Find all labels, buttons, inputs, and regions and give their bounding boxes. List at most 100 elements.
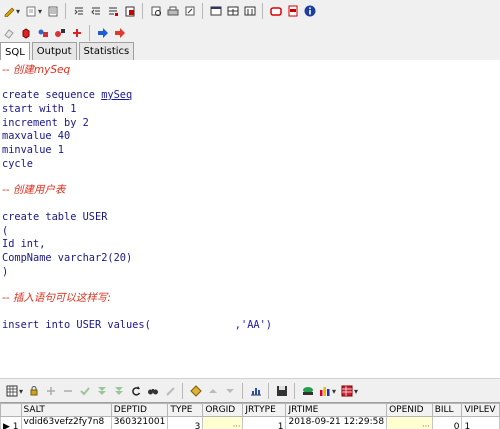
clear-icon[interactable]: [162, 384, 177, 399]
cell-value: vdid63vefz2fy7n8: [24, 417, 105, 427]
comment-line: -- 创建mySeq: [2, 63, 70, 77]
add-record-icon[interactable]: [43, 384, 58, 399]
post-icon[interactable]: [77, 384, 92, 399]
column-header[interactable]: DEPTID: [111, 404, 168, 417]
shapes-icon[interactable]: [35, 26, 50, 41]
back-icon[interactable]: [23, 4, 38, 19]
secondary-toolbar: [0, 22, 500, 44]
tools-icon[interactable]: [182, 4, 197, 19]
cross-tool-icon[interactable]: [69, 26, 84, 41]
column-header[interactable]: SALT: [21, 404, 111, 417]
pdf-icon[interactable]: [285, 4, 300, 19]
lock-icon[interactable]: [26, 384, 41, 399]
refresh-icon[interactable]: [128, 384, 143, 399]
chevron-down-icon[interactable]: ▾: [354, 387, 358, 396]
code-line: (: [2, 224, 8, 238]
table-header-row: SALT DEPTID TYPE ORGID JRTYPE JRTIME OPE…: [1, 404, 500, 417]
row-indicator[interactable]: ▶ 1: [1, 417, 22, 429]
tab-label: Output: [37, 46, 72, 57]
tab-sql[interactable]: SQL: [0, 42, 30, 61]
tab-output[interactable]: Output: [32, 42, 77, 60]
save-icon[interactable]: [274, 384, 289, 399]
tile-icon[interactable]: [242, 4, 257, 19]
column-header[interactable]: [1, 404, 22, 417]
table-cell[interactable]: 1: [243, 417, 286, 429]
result-grid-toolbar: ▾ ▾ ▾: [0, 378, 500, 403]
code-line: cycle: [2, 157, 33, 171]
code-line: increment by 2: [2, 116, 89, 130]
comment-line: -- 创建用户表: [2, 183, 65, 197]
code-keyword: create sequence: [2, 89, 101, 101]
cell-value: 360321001: [114, 417, 166, 427]
print-preview-icon[interactable]: [148, 4, 163, 19]
cell-value: 2018-09-21 12:29:58: [288, 417, 384, 427]
column-header[interactable]: ORGID: [203, 404, 243, 417]
sequence-name: mySeq: [101, 89, 132, 101]
split-icon[interactable]: [225, 4, 240, 19]
column-header[interactable]: JRTIME: [286, 404, 387, 417]
code-line: minvalue 1: [2, 143, 64, 157]
chart-bars-icon[interactable]: [248, 384, 263, 399]
filter-icon[interactable]: [94, 384, 109, 399]
chevron-down-icon[interactable]: ▾: [38, 7, 42, 16]
dependency-icon[interactable]: [52, 26, 67, 41]
code-line: maxvalue 40: [2, 129, 70, 143]
outdent-icon[interactable]: [88, 4, 103, 19]
chevron-down-icon[interactable]: ▾: [332, 387, 336, 396]
edit-icon[interactable]: [1, 4, 16, 19]
editor-tabs: SQL Output Statistics: [0, 42, 500, 61]
column-header[interactable]: TYPE: [168, 404, 203, 417]
column-header[interactable]: VIPLEV: [462, 404, 500, 417]
print-icon[interactable]: [165, 4, 180, 19]
code-line: ): [2, 265, 8, 279]
code-line: insert into USER values(,'AA'): [2, 318, 272, 332]
table-cell[interactable]: 3: [168, 417, 203, 429]
indent-icon[interactable]: [71, 4, 86, 19]
tab-label: Statistics: [84, 46, 130, 57]
grid-icon[interactable]: [4, 384, 19, 399]
code-string: ,'AA'): [235, 319, 272, 331]
info-icon[interactable]: [302, 4, 317, 19]
table-cell[interactable]: vdid63vefz2fy7n8···: [21, 417, 111, 429]
cube-red-icon[interactable]: [18, 26, 33, 41]
binoculars-icon[interactable]: [145, 384, 160, 399]
tab-statistics[interactable]: Statistics: [79, 42, 135, 60]
chevron-down-icon[interactable]: ▾: [16, 7, 20, 16]
bar-chart-icon[interactable]: [317, 384, 332, 399]
code-line: start with 1: [2, 102, 76, 116]
table-cell[interactable]: ···: [203, 417, 243, 429]
filter2-icon[interactable]: [111, 384, 126, 399]
table-cell[interactable]: 360321001···: [111, 417, 168, 429]
tab-label: SQL: [5, 47, 25, 58]
down-icon[interactable]: [222, 384, 237, 399]
table-icon[interactable]: [339, 384, 354, 399]
arrow-right-red-icon[interactable]: [112, 26, 127, 41]
arrow-right-blue-icon[interactable]: [95, 26, 110, 41]
comment-line: -- 插入语句可以这样写:: [2, 291, 111, 305]
result-grid[interactable]: SALT DEPTID TYPE ORGID JRTYPE JRTIME OPE…: [0, 402, 500, 429]
stop-icon[interactable]: [268, 4, 283, 19]
table-cell[interactable]: ···: [387, 417, 433, 429]
column-header[interactable]: BILL: [432, 404, 462, 417]
table-cell[interactable]: 1: [462, 417, 500, 429]
export-icon[interactable]: [300, 384, 315, 399]
save-icon[interactable]: [45, 4, 60, 19]
table-row[interactable]: ▶ 1 vdid63vefz2fy7n8··· 360321001··· 3 ·…: [1, 417, 500, 429]
sql-editor[interactable]: -- 创建mySeq create sequence mySeq start w…: [0, 60, 500, 378]
query-icon[interactable]: [188, 384, 203, 399]
comment-icon[interactable]: [105, 4, 120, 19]
chevron-down-icon[interactable]: ▾: [19, 387, 23, 396]
delete-record-icon[interactable]: [60, 384, 75, 399]
column-header[interactable]: OPENID: [387, 404, 433, 417]
uncomment-icon[interactable]: [122, 4, 137, 19]
window-icon[interactable]: [208, 4, 223, 19]
table-cell[interactable]: 2018-09-21 12:29:58···: [286, 417, 387, 429]
up-icon[interactable]: [205, 384, 220, 399]
table-cell[interactable]: 0: [432, 417, 462, 429]
result-table: SALT DEPTID TYPE ORGID JRTYPE JRTIME OPE…: [0, 403, 500, 429]
code-line: Id int,: [2, 237, 45, 251]
code-line: CompName varchar2(20): [2, 251, 132, 265]
code-line: create sequence mySeq: [2, 88, 132, 102]
column-header[interactable]: JRTYPE: [243, 404, 286, 417]
eraser-icon[interactable]: [1, 26, 16, 41]
